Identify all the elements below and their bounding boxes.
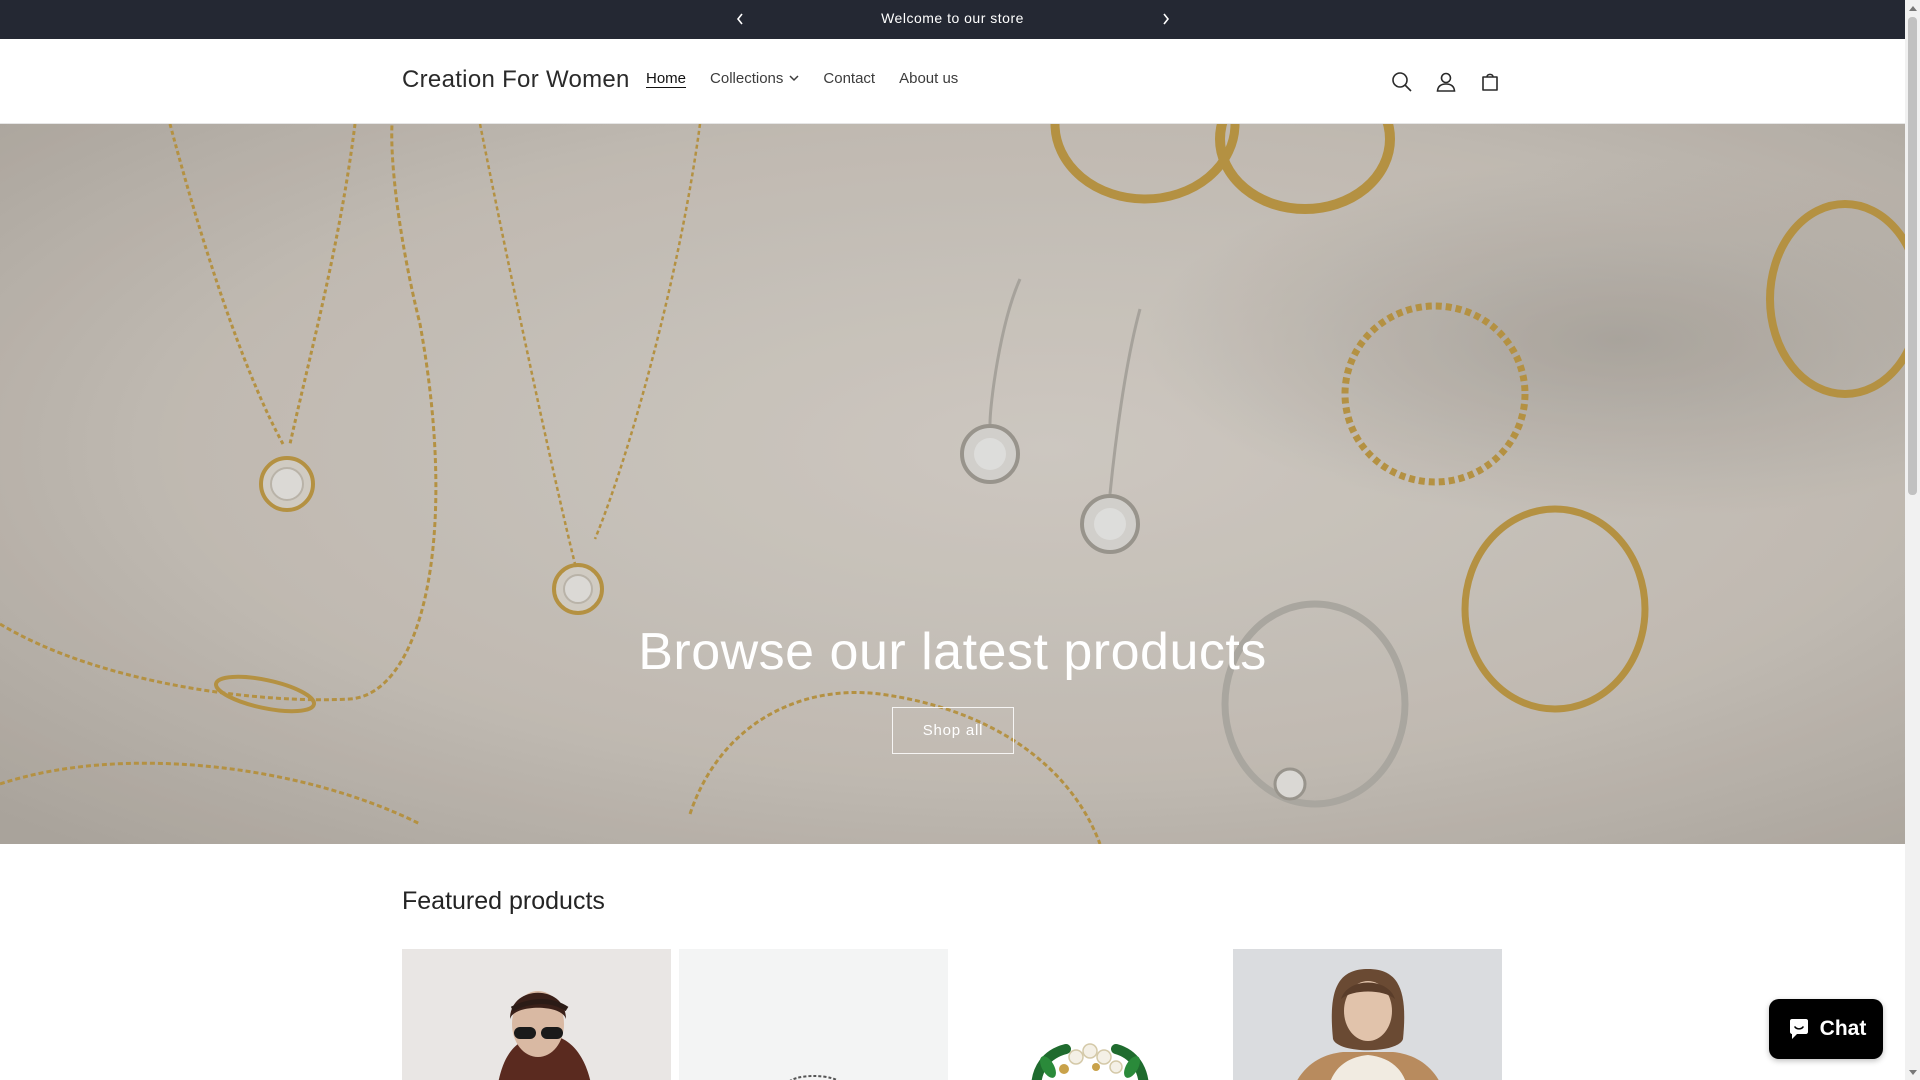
cart-icon — [1482, 73, 1498, 91]
product-card[interactable] — [1233, 949, 1502, 1080]
announcement-next-button[interactable] — [1153, 6, 1179, 32]
header-icons — [1380, 67, 1512, 97]
chat-bubble-icon — [1789, 1019, 1808, 1039]
hero-banner: Browse our latest products Shop all — [0, 124, 1905, 844]
nav-contact[interactable]: Contact — [823, 70, 875, 87]
announcement-bar: Welcome to our store — [0, 0, 1905, 39]
account-icon — [1436, 72, 1456, 92]
account-button[interactable] — [1424, 67, 1468, 97]
scroll-down-arrow[interactable] — [1905, 1065, 1920, 1080]
shop-all-button[interactable]: Shop all — [892, 707, 1014, 754]
page: Welcome to our store Creation For Women … — [0, 0, 1905, 1080]
product-card[interactable] — [679, 949, 948, 1080]
main-nav: Home Collections Contact About us — [646, 70, 982, 87]
product-image — [956, 949, 1225, 1080]
featured-products-title: Featured products — [402, 887, 605, 915]
product-image — [679, 949, 948, 1080]
search-icon — [1392, 72, 1412, 92]
announcement-text: Welcome to our store — [881, 10, 1024, 26]
chat-button[interactable]: Chat — [1769, 999, 1883, 1059]
product-image — [402, 949, 671, 1080]
chat-label: Chat — [1819, 1017, 1867, 1040]
product-card[interactable] — [402, 949, 671, 1080]
search-button[interactable] — [1380, 67, 1424, 97]
nav-home[interactable]: Home — [646, 70, 686, 87]
site-header: Creation For Women Home Collections Cont… — [0, 39, 1905, 124]
cart-button[interactable] — [1468, 67, 1512, 97]
store-logo[interactable]: Creation For Women — [402, 66, 630, 94]
page-scrollbar[interactable] — [1905, 0, 1920, 1080]
nav-collections[interactable]: Collections — [710, 70, 799, 87]
product-card[interactable] — [956, 949, 1225, 1080]
chevron-right-icon — [1163, 13, 1170, 25]
product-image — [1233, 949, 1502, 1080]
scrollbar-thumb[interactable] — [1908, 17, 1917, 495]
chevron-down-icon — [789, 75, 799, 82]
nav-about-us[interactable]: About us — [899, 70, 958, 87]
scroll-up-arrow[interactable] — [1905, 0, 1920, 15]
nav-collections-label: Collections — [710, 70, 784, 87]
hero-title: Browse our latest products — [638, 623, 1267, 681]
